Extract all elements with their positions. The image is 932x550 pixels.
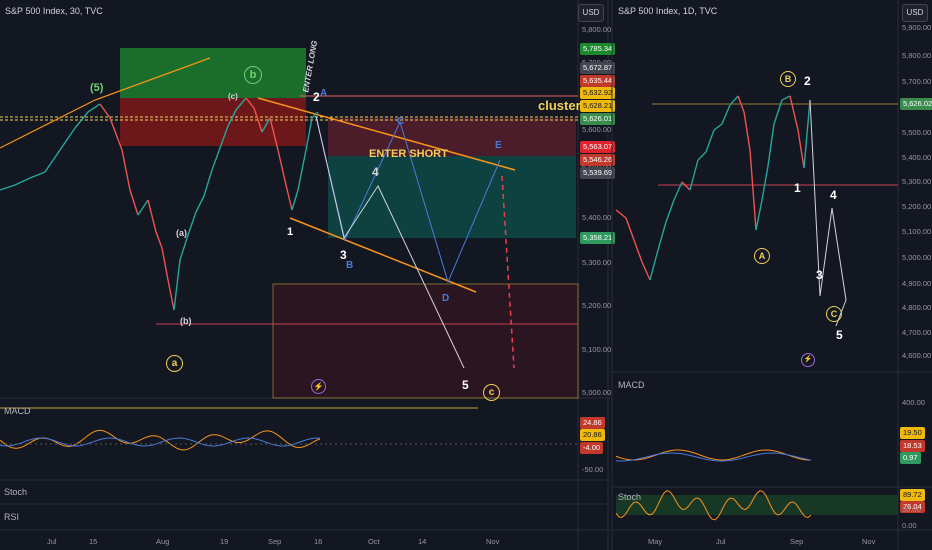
wave-3-right: 3 <box>816 268 823 282</box>
right-macd-tick: 400.00 <box>902 398 925 407</box>
right-chart-pane[interactable]: S&P 500 Index, 1D, TVC USD 5,900.00 5,800… <box>611 0 932 550</box>
left-macd-value: -4.00 <box>580 442 604 454</box>
right-price-tick: 4,900.00 <box>902 279 932 288</box>
left-time-tick: Sep <box>268 537 282 546</box>
wave-a-circle-right: A <box>754 248 770 264</box>
left-time-tick: Jul <box>47 537 57 546</box>
left-chart-title: S&P 500 Index, 30, TVC <box>5 6 103 16</box>
stop-red-box <box>120 98 306 146</box>
left-time-tick: 15 <box>89 537 98 546</box>
left-time-tick: 19 <box>220 537 229 546</box>
right-time-tick: Nov <box>862 537 876 546</box>
wave-b-paren-label: (b) <box>180 316 192 326</box>
right-stoch-value: 89.72 <box>900 489 925 501</box>
right-currency-button[interactable]: USD <box>902 4 928 22</box>
right-stoch-tick-0: 0.00 <box>902 521 917 530</box>
left-price-badge: 5,628.21 <box>580 100 616 112</box>
wave-c-circle-label: c <box>483 384 500 401</box>
left-macd-label: MACD <box>4 406 31 416</box>
right-stoch-label: Stoch <box>618 492 642 502</box>
wave-4-label: 4 <box>372 165 379 179</box>
right-price-tick: 5,300.00 <box>902 177 932 186</box>
right-stoch-tick-50: 50.00 <box>902 505 921 514</box>
right-price-tick: 5,900.00 <box>902 23 932 32</box>
left-macd-tick: -50.00 <box>582 465 604 474</box>
right-price-tick: 4,800.00 <box>902 303 932 312</box>
right-price-tick: 4,600.00 <box>902 351 932 360</box>
left-price-badge: 5,563.07 <box>580 141 616 153</box>
letter-c-label: C <box>397 116 405 127</box>
left-price-tick: 5,000.00 <box>582 388 612 397</box>
wave-5-paren-label: (5) <box>90 82 104 94</box>
left-price-badge: 5,672.87 <box>580 62 616 74</box>
right-price-tick: 5,100.00 <box>902 227 932 236</box>
right-price-tick: 5,800.00 <box>902 51 932 60</box>
wave-c-paren-label: (c) <box>228 92 238 101</box>
lightning-icon-right[interactable]: ⚡ <box>801 353 815 367</box>
left-chart-pane[interactable]: S&P 500 Index, 30, TVC USD 5,800.005,700… <box>0 0 616 550</box>
target-green-box <box>120 48 306 98</box>
wave-5-right: 5 <box>836 328 843 342</box>
left-time-tick: 14 <box>418 537 427 546</box>
left-time-tick: Oct <box>368 537 380 546</box>
left-price-tick: 5,200.00 <box>582 301 612 310</box>
wave-2-right: 2 <box>804 74 811 88</box>
wave-2-label: 2 <box>313 90 320 104</box>
right-macd-value: 18.53 <box>900 440 925 452</box>
left-time-tick: Aug <box>156 537 170 546</box>
left-time-tick: 16 <box>314 537 323 546</box>
right-time-tick: Sep <box>790 537 804 546</box>
letter-b-label: B <box>346 260 354 271</box>
wave-1-right: 1 <box>794 181 801 195</box>
right-price-tick: 4,700.00 <box>902 328 932 337</box>
left-price-badge: 5,626.01 <box>580 113 616 125</box>
cluster-label: cluster <box>538 98 581 113</box>
left-price-badge: 5,785.34 <box>580 43 616 55</box>
left-price-tick: 5,800.00 <box>582 25 612 34</box>
left-time-tick: Nov <box>486 537 500 546</box>
right-price-tick: 5,000.00 <box>902 253 932 262</box>
left-rsi-label: RSI <box>4 512 20 522</box>
right-macd-value: 0.97 <box>900 452 921 464</box>
left-price-tick: 5,300.00 <box>582 258 612 267</box>
right-macd-value: 19.50 <box>900 427 925 439</box>
letter-d-label: D <box>442 293 450 304</box>
letter-e-label: E <box>495 140 502 151</box>
letter-a-label: A <box>320 88 328 99</box>
right-time-tick: May <box>648 537 663 546</box>
right-price-tick: 5,700.00 <box>902 77 932 86</box>
right-macd-label: MACD <box>618 380 645 390</box>
left-price-tick: 5,600.00 <box>582 125 612 134</box>
left-currency-button[interactable]: USD <box>578 4 604 22</box>
short-stop-box <box>328 118 576 156</box>
wave-5-label: 5 <box>462 378 469 392</box>
wave-1-label: 1 <box>287 226 294 238</box>
right-chart-title: S&P 500 Index, 1D, TVC <box>618 6 718 16</box>
wave-c-circle-right: C <box>826 306 842 322</box>
right-price-tick: 5,400.00 <box>902 153 932 162</box>
left-price-badge: 5,358.21 <box>580 232 616 244</box>
left-price-badge: 5,635.44 <box>580 75 616 87</box>
enter-short-label: ENTER SHORT <box>369 148 448 160</box>
right-chart-drawing <box>611 0 932 550</box>
left-price-badge: 5,539.69 <box>580 167 616 179</box>
wave-b-circle-right: B <box>780 71 796 87</box>
wave-4-right: 4 <box>830 188 837 202</box>
wave-a-paren-label: (a) <box>176 228 187 238</box>
lightning-icon[interactable]: ⚡ <box>311 379 326 394</box>
left-price-tick: 5,100.00 <box>582 345 612 354</box>
left-price-badge: 5,632.92 <box>580 87 616 99</box>
right-time-tick: Jul <box>716 537 726 546</box>
left-price-tick: 5,400.00 <box>582 213 612 222</box>
left-price-badge: 5,546.26 <box>580 154 616 166</box>
right-price-badge: 5,626.02 <box>900 98 932 110</box>
left-stoch-label: Stoch <box>4 487 28 497</box>
wave-a-circle-label: a <box>166 355 183 372</box>
left-macd-value: 24.86 <box>580 417 605 429</box>
left-macd-value: 20.86 <box>580 429 605 441</box>
right-price-tick: 5,200.00 <box>902 202 932 211</box>
wave-b-circle-label: b <box>244 66 262 84</box>
right-price-tick: 5,500.00 <box>902 128 932 137</box>
